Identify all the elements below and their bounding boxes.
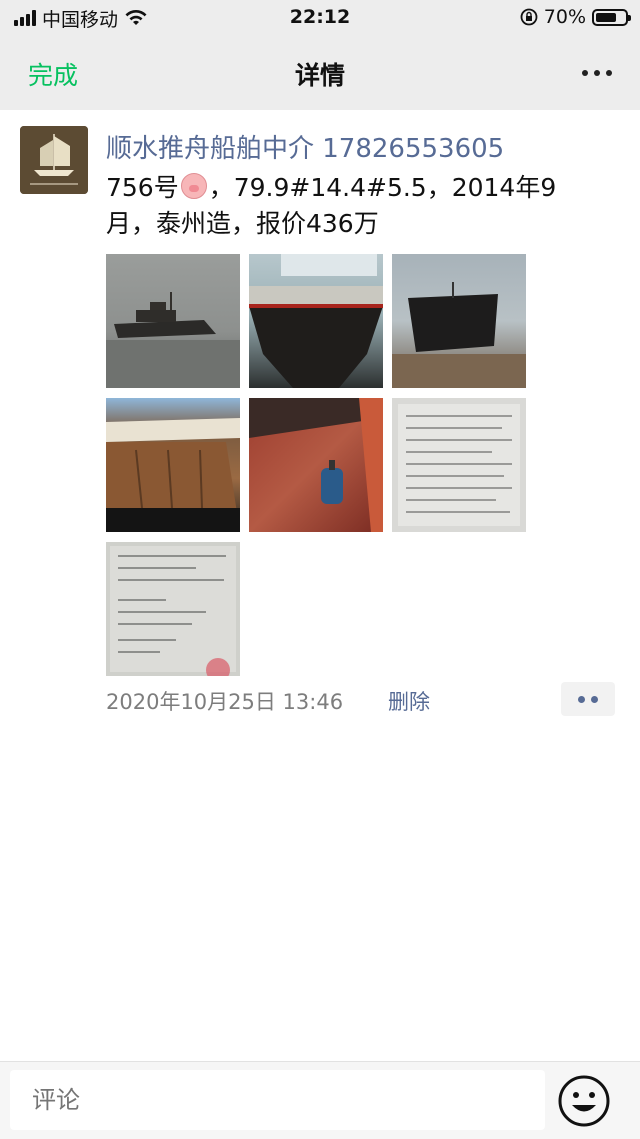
more-options-icon[interactable] [582,70,612,76]
certificate-photo-image [110,546,236,676]
sailboat-logo-icon [20,126,88,194]
cargo-hold-image [106,418,240,532]
status-bar: 中国移动 22:12 70% [0,0,640,36]
ship-on-water-image [106,292,240,388]
delete-button[interactable]: 删除 [388,686,430,716]
comment-bar [0,1061,640,1139]
status-right: 70% [520,6,631,28]
comment-input[interactable] [10,1070,545,1130]
post-photo-2[interactable] [249,254,383,388]
battery-icon [592,8,631,26]
orientation-lock-icon [520,8,538,26]
battery-percent: 70% [543,6,586,28]
page-title: 详情 [294,61,345,90]
post-author[interactable]: 顺水推舟船舶中介 17826553605 [106,128,504,165]
post-photo-3[interactable] [392,254,526,388]
hull-dry-dock-image [392,282,526,388]
emoji-icon[interactable] [557,1074,611,1128]
post-text-part1: 756号 [106,173,179,202]
document-photo-image [398,404,520,526]
pig-face-icon [180,173,207,199]
post-timestamp: 2020年10月25日 13:46 [106,690,344,714]
comment-like-menu-icon[interactable] [561,682,615,716]
post-photo-6[interactable] [392,398,526,532]
nav-bar: 完成 详情 [0,36,640,110]
post-photo-7[interactable] [106,542,240,676]
post-photo-1[interactable] [106,254,240,388]
post-photo-5[interactable] [249,398,383,532]
post-photo-4[interactable] [106,398,240,532]
avatar[interactable] [20,126,88,194]
post-text: 756号 ，79.9#14.4#5.5，2014年9月，泰州造，报价436万 [106,170,606,242]
deck-equipment-image [249,398,383,532]
hull-stern-image [249,254,383,388]
